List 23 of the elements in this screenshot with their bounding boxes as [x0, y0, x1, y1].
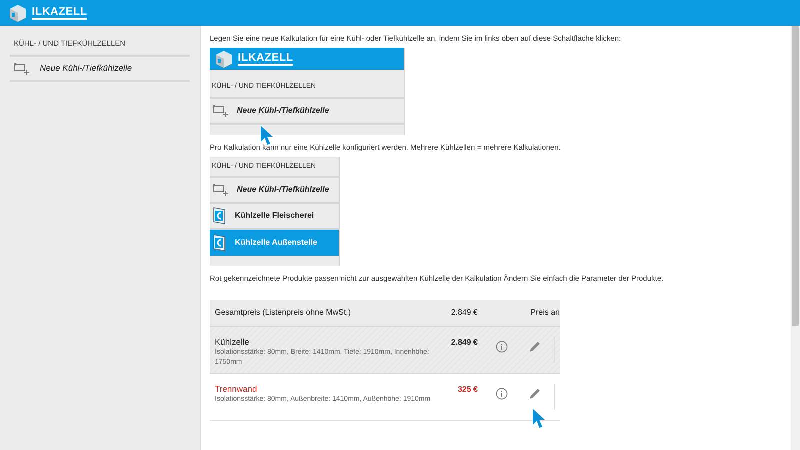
product-name: Trennwand	[215, 384, 258, 395]
pencil-icon[interactable]	[528, 387, 542, 401]
add-frame-icon	[14, 62, 30, 75]
menu-item[interactable]: Neue Kühl-/Tiefkühlzelle	[210, 98, 404, 124]
cell-door-icon	[213, 234, 227, 252]
add-frame-icon	[213, 104, 229, 116]
logo-text: ILKAZELL	[32, 6, 88, 20]
product-price: 2.849 €	[450, 337, 478, 349]
sidebar-item[interactable]: Neue Kühl-/Tiefkühlzelle	[10, 57, 190, 82]
cell-door-icon	[213, 207, 227, 225]
column-header: 2.849 €	[450, 307, 478, 319]
pencil-icon[interactable]	[528, 340, 542, 354]
column-header: Preis an	[530, 307, 560, 319]
menu-item[interactable]: Neue Kühl-/Tiefkühlzelle	[210, 178, 339, 204]
column-header: Gesamtpreis (Listenpreis ohne MwSt.)	[215, 307, 352, 319]
product-name: Kühlzelle	[215, 337, 250, 348]
scrollbar[interactable]	[791, 26, 800, 450]
cube-logo-icon	[8, 3, 28, 23]
logo-text: ILKAZELL	[238, 52, 294, 66]
product-price: 325 €	[456, 384, 478, 396]
info-icon[interactable]	[496, 341, 508, 353]
add-frame-icon	[213, 184, 229, 196]
info-icon[interactable]	[496, 388, 508, 400]
